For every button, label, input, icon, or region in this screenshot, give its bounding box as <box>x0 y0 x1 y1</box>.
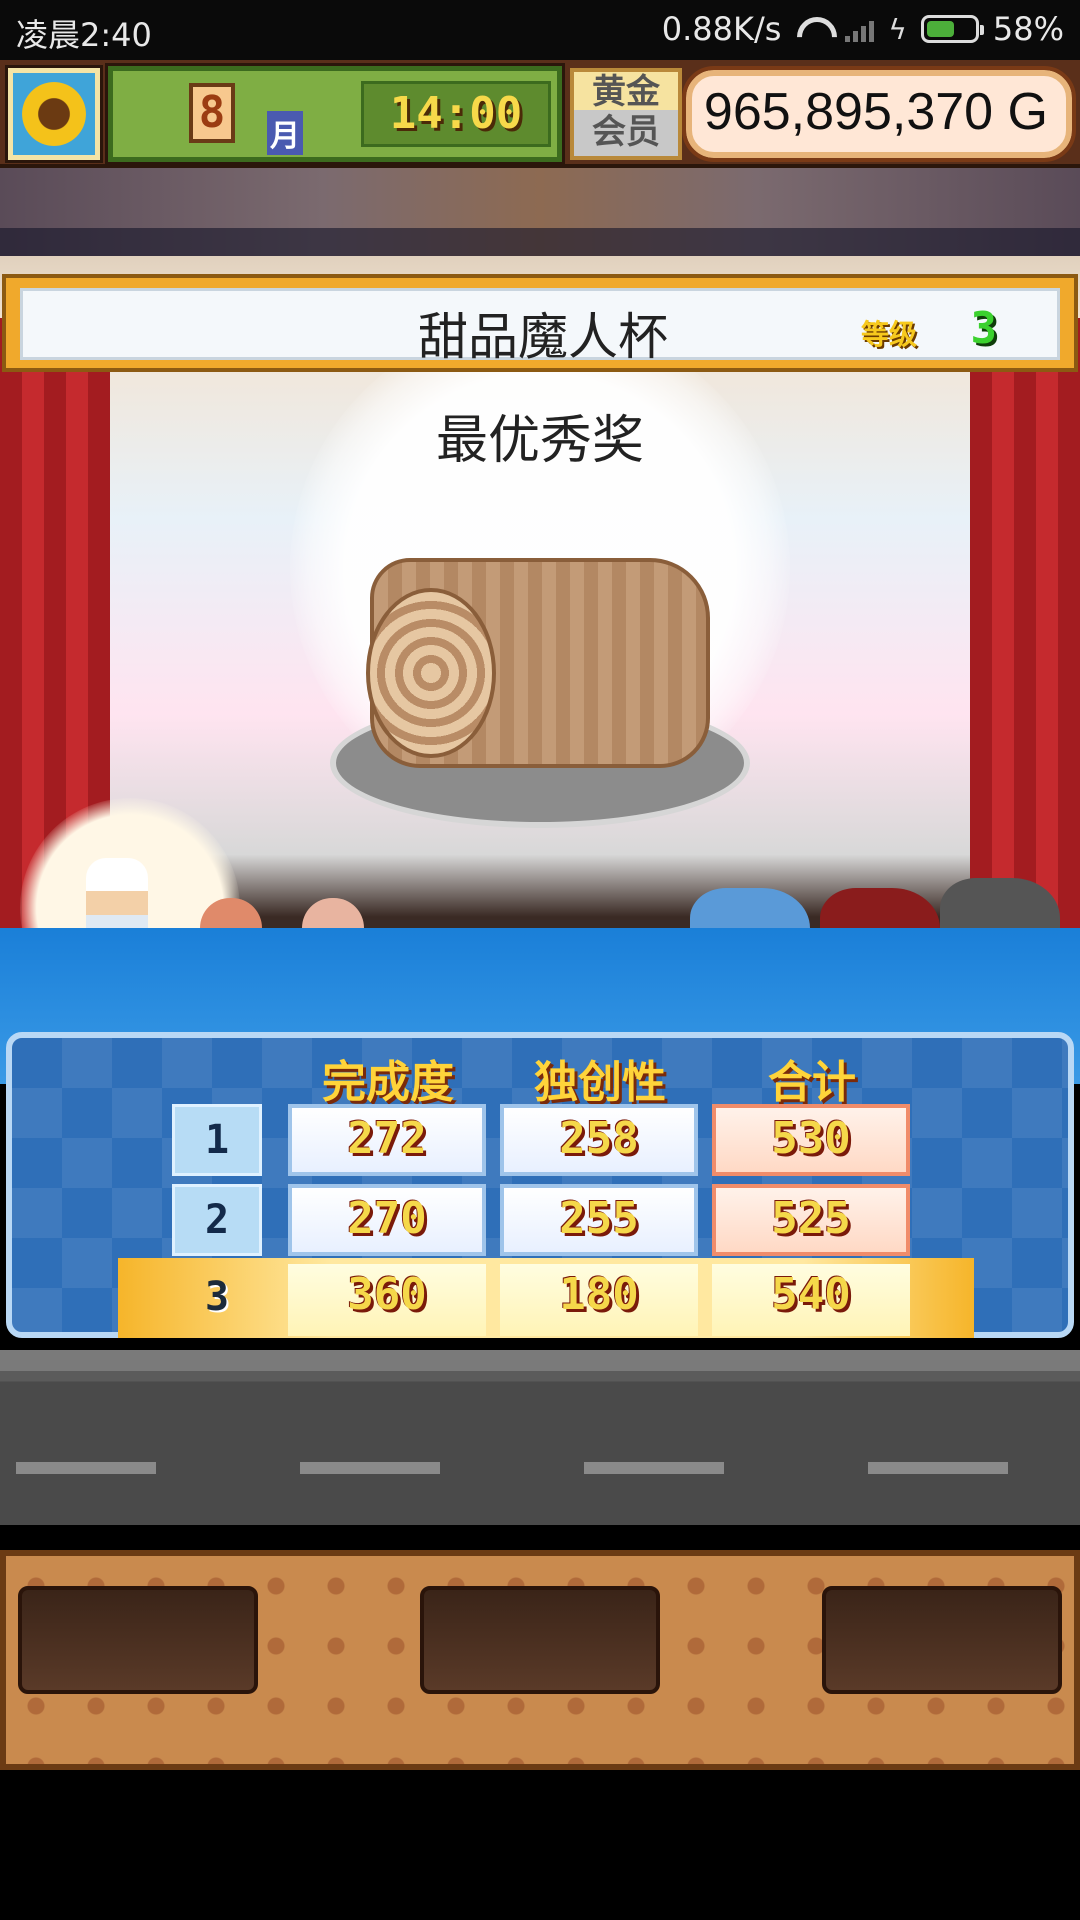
network-speed: 0.88K/s <box>661 10 782 48</box>
menu-slot-right[interactable] <box>822 1586 1062 1694</box>
total-score: 525 <box>712 1184 910 1256</box>
contest-title-bar: 甜品魔人杯 等级 3 <box>2 274 1078 372</box>
gold-amount: 965,895,370 G <box>703 83 1048 141</box>
score-row-highlighted: 3 360 180 540 <box>12 1258 1080 1338</box>
completion-score: 272 <box>288 1104 486 1176</box>
round-number: 1 <box>172 1104 262 1176</box>
total-score: 530 <box>712 1104 910 1176</box>
lane-marking <box>300 1462 440 1474</box>
wifi-icon <box>795 15 831 43</box>
lane-marking <box>584 1462 724 1474</box>
contest-title-panel: 甜品魔人杯 等级 3 <box>20 288 1060 366</box>
contest-stage: 甜品魔人杯 等级 3 最优秀奖 <box>0 168 1080 948</box>
grade-value: 3 <box>970 303 998 354</box>
gold-member-badge: 黄金 会员 <box>570 68 682 160</box>
top-hud: 8 月 14:00 黄金 会员 965,895,370 G <box>0 60 1080 168</box>
status-bar: 凌晨2:40 0.88K/s ϟ 58% <box>0 0 1080 60</box>
roll-cake-swirl <box>366 588 496 758</box>
gold-panel: 965,895,370 G <box>682 66 1076 162</box>
score-table: 完成度 独创性 合计 1 272 258 530 2 270 255 525 3… <box>6 1032 1074 1338</box>
menu-slot-left[interactable] <box>18 1586 258 1694</box>
originality-score: 180 <box>500 1264 698 1336</box>
battery-percent: 58% <box>992 10 1064 48</box>
originality-score: 258 <box>500 1104 698 1176</box>
score-row: 1 272 258 530 <box>12 1098 1080 1178</box>
charging-icon: ϟ <box>888 12 907 46</box>
total-score: 540 <box>712 1264 910 1336</box>
completion-score: 360 <box>288 1264 486 1336</box>
month-number: 8 <box>189 83 235 143</box>
stage-shadow <box>0 228 1080 256</box>
completion-score: 270 <box>288 1184 486 1256</box>
award-title: 最优秀奖 <box>435 411 644 471</box>
round-number: 3 <box>204 1274 230 1320</box>
menu-slot-center[interactable] <box>420 1586 660 1694</box>
clock-time: 14:00 <box>361 81 551 147</box>
round-number: 2 <box>172 1184 262 1256</box>
status-right: 0.88K/s ϟ 58% <box>662 10 1064 48</box>
lane-marking <box>868 1462 1008 1474</box>
month-label: 月 <box>267 111 303 155</box>
signal-icon <box>845 16 875 42</box>
date-panel: 8 月 14:00 <box>105 63 565 165</box>
battery-icon <box>920 15 984 43</box>
game-screen: 8 月 14:00 黄金 会员 965,895,370 G 甜品魔人杯 等级 3… <box>0 60 1080 1770</box>
score-row: 2 270 255 525 <box>12 1178 1080 1258</box>
lane-marking <box>16 1462 156 1474</box>
menu-button[interactable] <box>5 65 103 163</box>
sunflower-icon <box>22 82 86 146</box>
grade-label: 等级 <box>860 318 917 351</box>
bottom-menu <box>0 1550 1080 1770</box>
originality-score: 255 <box>500 1184 698 1256</box>
status-time: 凌晨2:40 <box>16 16 152 54</box>
street <box>0 1350 1080 1525</box>
